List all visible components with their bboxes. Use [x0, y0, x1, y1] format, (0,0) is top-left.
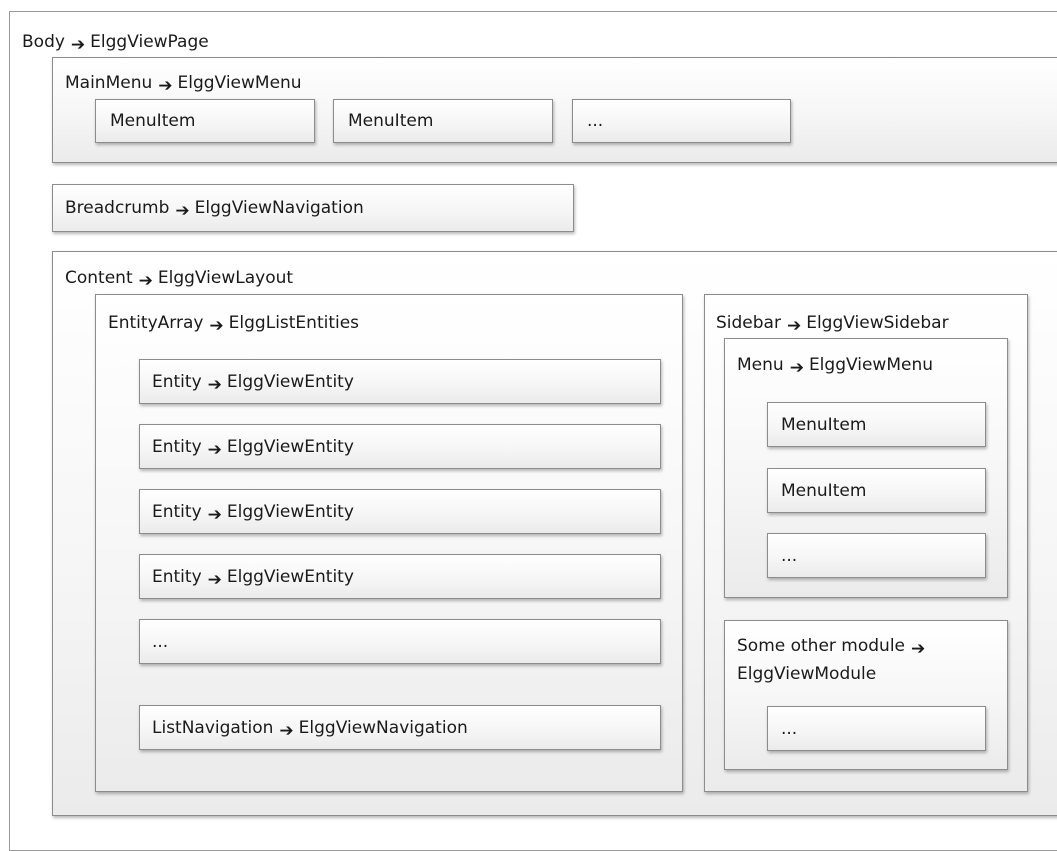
entity-view: ElggViewEntity [226, 502, 354, 522]
entity-view: ElggViewEntity [226, 567, 354, 587]
arrow-icon: ➔ [175, 201, 190, 221]
arrow-icon: ➔ [786, 316, 802, 336]
entity-name: Entity [152, 502, 202, 522]
breadcrumb-label: Breadcrumb ➔ ElggViewNavigation [65, 197, 364, 222]
entity-name: Entity [152, 567, 202, 587]
entity-view: ElggViewEntity [226, 372, 354, 392]
body-label: Body ➔ ElggViewPage [22, 31, 209, 56]
entity-more-label: ... [152, 632, 169, 652]
breadcrumb-name: Breadcrumb [65, 198, 170, 218]
main-menu-item-label: ... [587, 111, 604, 131]
entity-name: Entity [152, 372, 202, 392]
sidebar-menu-item[interactable] [767, 533, 986, 578]
module-label-line1: Some other module ➔ [737, 635, 930, 660]
content-view: ElggViewLayout [157, 268, 294, 288]
arrow-icon: ➔ [279, 721, 294, 741]
main-menu-item-label: MenuItem [110, 111, 196, 131]
sidebar-menu-item-label: MenuItem [781, 415, 867, 435]
arrow-icon: ➔ [207, 440, 222, 460]
breadcrumb-view: ElggViewNavigation [194, 198, 364, 218]
arrow-icon: ➔ [70, 35, 86, 55]
content-label: Content ➔ ElggViewLayout [65, 267, 293, 292]
entity-array-view: ElggListEntities [228, 313, 360, 333]
arrow-icon: ➔ [209, 316, 224, 336]
module-item[interactable] [767, 706, 986, 751]
arrow-icon: ➔ [207, 505, 222, 525]
entity-label: Entity ➔ ElggViewEntity [152, 371, 354, 396]
entity-label: Entity ➔ ElggViewEntity [152, 501, 354, 526]
module-item-label: ... [781, 719, 798, 739]
module-view: ElggViewModule [737, 664, 877, 684]
body-view: ElggViewPage [90, 32, 209, 52]
entity-more-box[interactable] [139, 619, 661, 664]
sidebar-name: Sidebar [716, 313, 781, 333]
arrow-icon: ➔ [138, 271, 153, 291]
sidebar-menu-item-label: MenuItem [781, 481, 867, 501]
entity-name: Entity [152, 437, 202, 457]
sidebar-menu-view: ElggViewMenu [808, 355, 934, 375]
sidebar-menu-item-label: ... [781, 546, 798, 566]
body-name: Body [22, 32, 65, 52]
arrow-icon: ➔ [207, 375, 222, 395]
entity-label: Entity ➔ ElggViewEntity [152, 566, 354, 591]
entity-view: ElggViewEntity [226, 437, 354, 457]
arrow-icon: ➔ [911, 639, 926, 659]
arrow-icon: ➔ [789, 358, 804, 378]
arrow-icon: ➔ [158, 76, 173, 96]
main-menu-item[interactable] [572, 99, 791, 143]
sidebar-menu-label: Menu ➔ ElggViewMenu [737, 354, 933, 379]
list-navigation-view: ElggViewNavigation [298, 718, 468, 738]
list-navigation-label: ListNavigation ➔ ElggViewNavigation [152, 717, 468, 742]
sidebar-menu-name: Menu [737, 355, 784, 375]
arrow-icon: ➔ [207, 570, 222, 590]
module-name: Some other module [737, 636, 906, 656]
entity-label: Entity ➔ ElggViewEntity [152, 436, 354, 461]
list-navigation-name: ListNavigation [152, 718, 274, 738]
main-menu-item-label: MenuItem [348, 111, 434, 131]
content-name: Content [65, 268, 133, 288]
entity-array-name: EntityArray [108, 313, 204, 333]
sidebar-view: ElggViewSidebar [806, 313, 949, 333]
main-menu-name: MainMenu [65, 73, 153, 93]
entity-array-label: EntityArray ➔ ElggListEntities [108, 312, 359, 337]
main-menu-label: MainMenu ➔ ElggViewMenu [65, 72, 302, 97]
main-menu-view: ElggViewMenu [177, 73, 302, 93]
sidebar-label: Sidebar ➔ ElggViewSidebar [716, 312, 949, 337]
